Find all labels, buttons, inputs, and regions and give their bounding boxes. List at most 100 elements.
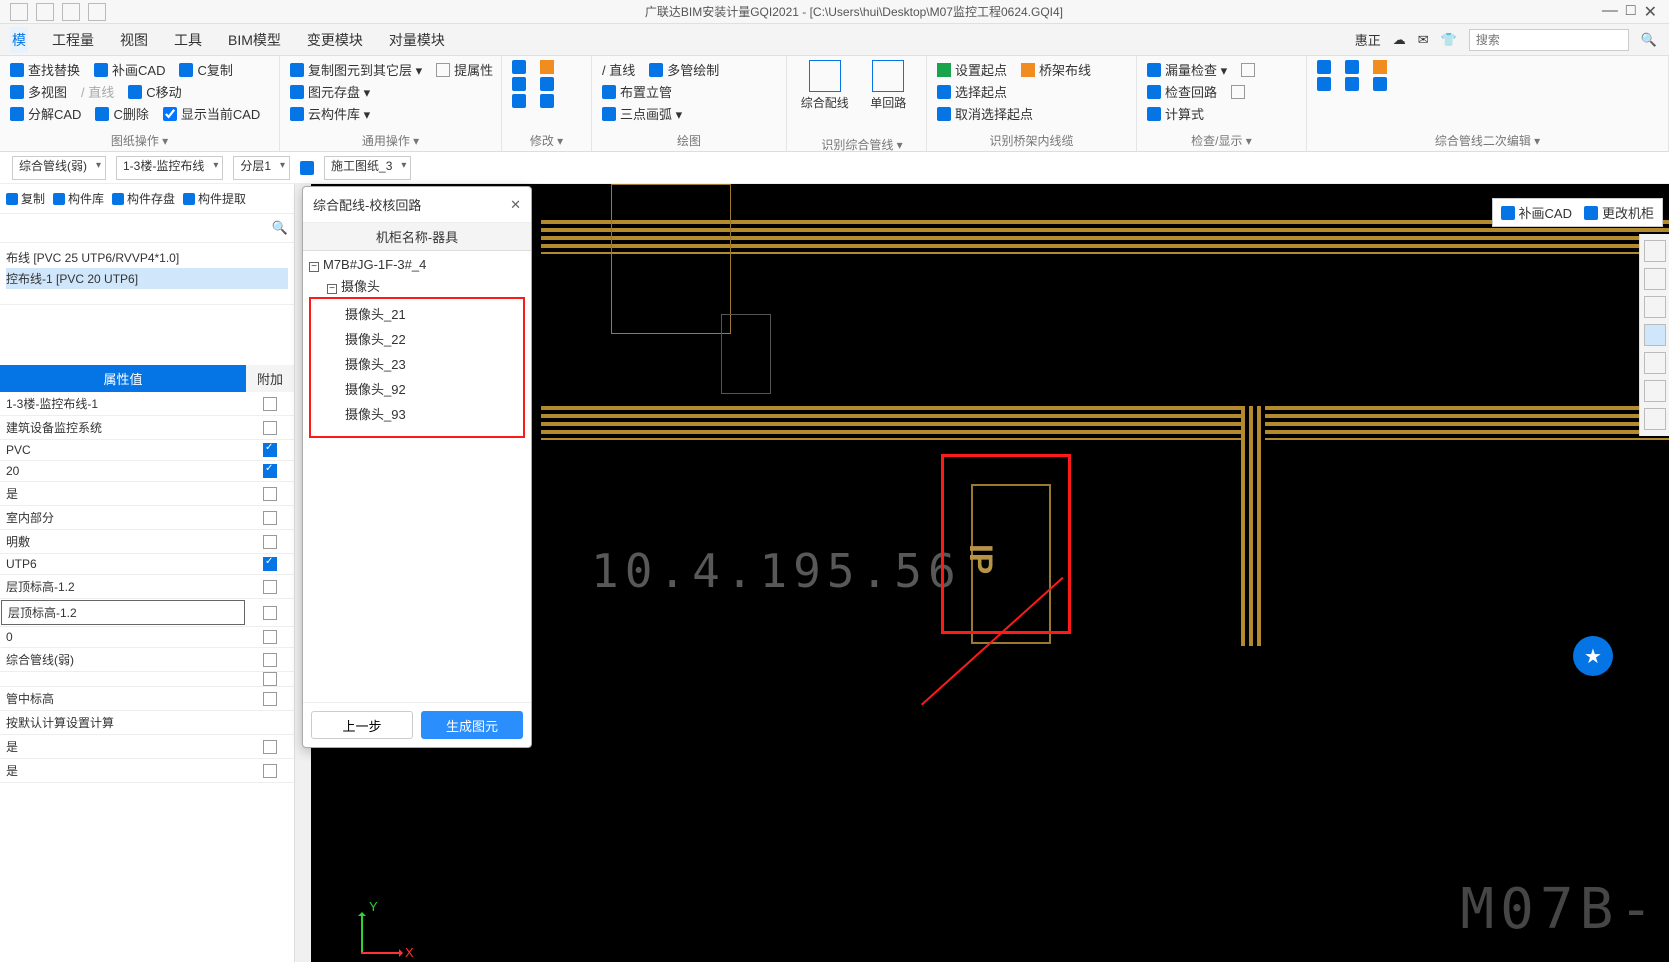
generate-button[interactable]: 生成图元: [421, 711, 523, 739]
prop-value[interactable]: 是: [0, 482, 246, 505]
prev-button[interactable]: 上一步: [311, 711, 413, 739]
menu-tab[interactable]: 工程量: [50, 27, 96, 53]
extra-checkbox[interactable]: [263, 535, 277, 549]
user-label[interactable]: 惠正: [1355, 30, 1381, 49]
search-icon[interactable]: 🔍: [1641, 32, 1657, 48]
extra-checkbox[interactable]: [263, 653, 277, 667]
edit-icon[interactable]: [1373, 60, 1387, 74]
modify-icon[interactable]: [540, 77, 554, 91]
cdelete-button[interactable]: C删除: [95, 104, 148, 123]
draw-line-button[interactable]: / 直线: [602, 60, 635, 79]
prop-extra-cell[interactable]: [246, 440, 294, 460]
mail-icon[interactable]: ✉: [1418, 32, 1429, 48]
cancel-start-button[interactable]: 取消选择起点: [937, 104, 1033, 123]
extra-checkbox[interactable]: [263, 511, 277, 525]
view-icon[interactable]: [1644, 296, 1666, 318]
modify-icon[interactable]: [512, 94, 526, 108]
prop-row[interactable]: 明敷: [0, 530, 294, 554]
menu-tab[interactable]: BIM模型: [226, 27, 283, 53]
maximize-button[interactable]: □: [1626, 2, 1636, 22]
tree-item[interactable]: 摄像头_22: [311, 326, 523, 351]
prop-row[interactable]: 综合管线(弱): [0, 648, 294, 672]
category-dropdown[interactable]: 综合管线(弱): [12, 156, 106, 180]
extra-checkbox[interactable]: [263, 580, 277, 594]
prop-row[interactable]: 是: [0, 735, 294, 759]
drawing-dropdown[interactable]: 施工图纸_3: [324, 156, 411, 180]
view-icon[interactable]: [1644, 268, 1666, 290]
cloud-lib-button[interactable]: 云构件库 ▾: [290, 104, 370, 123]
tree-root[interactable]: M7B#JG-1F-3#_4: [323, 257, 426, 272]
prop-row[interactable]: 0: [0, 627, 294, 648]
prop-extra-cell[interactable]: [246, 711, 294, 734]
prop-row[interactable]: 室内部分: [0, 506, 294, 530]
minimize-button[interactable]: —: [1602, 2, 1618, 22]
floor-dropdown[interactable]: 1-3楼-监控布线: [116, 156, 223, 180]
menu-tab[interactable]: 变更模块: [305, 27, 365, 53]
prop-row[interactable]: 1-3楼-监控布线-1: [0, 392, 294, 416]
find-replace-button[interactable]: 查找替换: [10, 60, 80, 79]
search-input[interactable]: [1469, 29, 1629, 51]
qat-icon[interactable]: [10, 3, 28, 21]
icon[interactable]: [300, 161, 314, 175]
layer-dropdown[interactable]: 分层1: [233, 156, 290, 180]
prop-value[interactable]: 明敷: [0, 530, 246, 553]
prop-row[interactable]: 层顶标高-1.2: [0, 575, 294, 599]
component-extract-button[interactable]: 构件提取: [183, 190, 246, 207]
prop-extra-cell[interactable]: [246, 482, 294, 505]
prop-value[interactable]: 层顶标高-1.2: [0, 575, 246, 598]
prop-value[interactable]: 是: [0, 735, 246, 758]
tree-item[interactable]: 布线 [PVC 25 UTP6/RVVP4*1.0]: [6, 247, 288, 268]
edit-icon[interactable]: [1345, 60, 1359, 74]
prop-extra-cell[interactable]: [246, 530, 294, 553]
edit-icon[interactable]: [1373, 77, 1387, 91]
icon[interactable]: [1231, 82, 1245, 101]
qat-icon[interactable]: [36, 3, 54, 21]
search-icon[interactable]: 🔍: [272, 220, 288, 236]
menu-tab[interactable]: 模: [10, 27, 28, 53]
ccopy-button[interactable]: C复制: [179, 60, 232, 79]
favorite-button[interactable]: ★: [1573, 636, 1613, 676]
layout-vpipe-button[interactable]: 布置立管: [602, 82, 672, 101]
prop-extra-cell[interactable]: [246, 461, 294, 481]
get-attributes-button[interactable]: 提属性: [436, 60, 493, 79]
prop-extra-cell[interactable]: [246, 687, 294, 710]
modify-icon[interactable]: [512, 60, 526, 74]
shirt-icon[interactable]: 👕: [1441, 32, 1457, 48]
modify-icon[interactable]: [540, 94, 554, 108]
prop-row[interactable]: [0, 672, 294, 687]
menu-tab[interactable]: 视图: [118, 27, 150, 53]
qat-icon[interactable]: [62, 3, 80, 21]
copy-to-layer-button[interactable]: 复制图元到其它层 ▾: [290, 60, 422, 79]
tree-item[interactable]: 控布线-1 [PVC 20 UTP6]: [6, 268, 288, 289]
modify-icon[interactable]: [540, 60, 554, 74]
extra-checkbox[interactable]: [263, 557, 277, 571]
multipipe-draw-button[interactable]: 多管绘制: [649, 60, 719, 79]
prop-value[interactable]: 按默认计算设置计算: [0, 711, 246, 734]
prop-extra-cell[interactable]: [246, 554, 294, 574]
prop-extra-cell[interactable]: [246, 627, 294, 647]
collapse-icon[interactable]: −: [309, 262, 319, 272]
edit-icon[interactable]: [1317, 77, 1331, 91]
check-loop-button[interactable]: 检查回路: [1147, 82, 1217, 101]
close-button[interactable]: ✕: [1644, 2, 1657, 22]
extra-checkbox[interactable]: [263, 630, 277, 644]
modify-icon[interactable]: [512, 77, 526, 91]
extra-checkbox[interactable]: [263, 740, 277, 754]
extra-checkbox[interactable]: [263, 397, 277, 411]
formula-button[interactable]: 计算式: [1147, 104, 1204, 123]
view-icon[interactable]: [1644, 408, 1666, 430]
prop-extra-cell[interactable]: [246, 735, 294, 758]
component-save-button[interactable]: 图元存盘 ▾: [290, 82, 370, 101]
component-tree[interactable]: 布线 [PVC 25 UTP6/RVVP4*1.0] 控布线-1 [PVC 20…: [0, 243, 294, 305]
cloud-icon[interactable]: ☁: [1393, 32, 1406, 48]
tree-item[interactable]: 摄像头_93: [311, 401, 523, 426]
edit-icon[interactable]: [1345, 77, 1359, 91]
tree-item[interactable]: 摄像头_21: [311, 301, 523, 326]
set-start-button[interactable]: 设置起点: [937, 60, 1007, 79]
prop-extra-cell[interactable]: [246, 575, 294, 598]
buhuacad-button[interactable]: 补画CAD: [94, 60, 165, 79]
extra-checkbox[interactable]: [263, 464, 277, 478]
prop-row[interactable]: 是: [0, 759, 294, 783]
prop-row[interactable]: 建筑设备监控系统: [0, 416, 294, 440]
dialog-close-icon[interactable]: ✕: [510, 197, 521, 213]
